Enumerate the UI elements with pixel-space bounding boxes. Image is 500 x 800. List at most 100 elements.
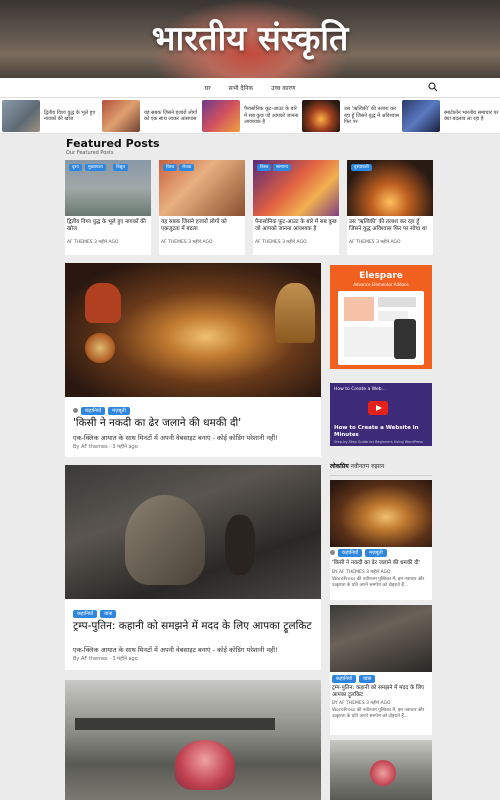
post-card: कहानियाँ मज़बूती 'किसी ने नकदी का ढेर जल…: [65, 263, 321, 457]
category-tag[interactable]: यात्रा: [359, 675, 376, 683]
author[interactable]: AF THEMES: [161, 240, 187, 245]
featured-subheading: Our Featured Posts: [66, 150, 114, 156]
pot-decoration: [85, 283, 121, 323]
post-image[interactable]: [65, 680, 321, 800]
featured-card[interactable]: विश्व रोचक यह सबक जिसने हजारों लोगों को …: [159, 160, 245, 255]
category-tag[interactable]: कहानियाँ: [338, 549, 363, 557]
featured-title[interactable]: उस 'ऋत्विकी' की तलाश कर रहा हूँ जिसने यु…: [347, 216, 433, 236]
featured-card[interactable]: दृश्यावली उस 'ऋत्विकी' की तलाश कर रहा हू…: [347, 160, 433, 255]
author[interactable]: AF THEMES: [349, 240, 375, 245]
featured-title[interactable]: यह सबक जिसने हजारों लोगों को एकजुटता में…: [159, 216, 245, 236]
post-format-icon: [73, 408, 78, 413]
ticker-item[interactable]: पैनासोनिक कूट-आउट के बारे में सब कुछ जो …: [200, 98, 300, 134]
ticker-item[interactable]: उस 'ऋत्विकी' की तलाश कर रहा हूँ जिसने यु…: [300, 98, 400, 134]
play-icon[interactable]: [368, 401, 388, 415]
ticker-title[interactable]: द्वितीय विश्व युद्ध के भूले हुए नायकों क…: [44, 110, 100, 123]
post-excerpt: एक-क्लिक आयात के साथ मिनटों में अपनी वेब…: [73, 434, 278, 442]
sidebar-post-title[interactable]: ट्रम्प-पुतिन: कहानी को समझने में मदद के …: [332, 685, 430, 698]
timestamp: 3 महीने ago: [112, 656, 138, 662]
main-navigation: घर सभी दैनिक उच्च कारण: [0, 78, 500, 98]
tab-popular[interactable]: लोकप्रिय: [330, 463, 349, 470]
post-image[interactable]: [65, 263, 321, 397]
category-tag[interactable]: दृश्यावली: [351, 164, 372, 171]
video-header: How to Create a Web...: [334, 387, 386, 392]
sidebar-post-meta: BY AF THEMES 3 महीने AGO: [332, 701, 391, 706]
post-card: [65, 680, 321, 800]
ticker-thumbnail: [2, 100, 40, 132]
featured-card[interactable]: दृश्य मुख्यधारा विद्युत द्वितीय विश्व यु…: [65, 160, 151, 255]
video-subtitle: Step-by-Step Guide for Beginners Using W…: [334, 440, 423, 444]
ticker-thumbnail: [402, 100, 440, 132]
post-image[interactable]: [65, 465, 321, 599]
author[interactable]: By AF themes: [73, 656, 108, 662]
ticker-thumbnail: [202, 100, 240, 132]
statue-figure: [125, 495, 205, 585]
ad-subtitle: Advance Elementor Addons: [353, 282, 409, 287]
featured-heading: Featured Posts: [66, 137, 160, 150]
post-format-icon: [330, 550, 335, 555]
idol-figure: [370, 760, 396, 786]
featured-card[interactable]: विश्व सामान्य पैनासोनिक फूट-आउट के बारे …: [253, 160, 339, 255]
author[interactable]: AF THEMES: [67, 240, 93, 245]
featured-title[interactable]: द्वितीय विश्व युद्ध के भूले हुए नायकों क…: [65, 216, 151, 236]
nav-item-cause[interactable]: उच्च कारण: [271, 84, 295, 92]
ticker-title[interactable]: यह सबक जिसने हजारों लोगों को एक साथ लाकर…: [144, 110, 200, 123]
category-tag[interactable]: विद्युत: [113, 164, 129, 171]
category-tag[interactable]: कहानियाँ: [73, 610, 98, 618]
featured-image[interactable]: दृश्य मुख्यधारा विद्युत: [65, 160, 151, 216]
post-card: कहानियाँ यात्रा ट्रम्प-पुतिन: कहानी को स…: [65, 465, 321, 670]
sidebar-post-meta: BY AF THEMES 3 महीने AGO: [332, 570, 391, 575]
ticker-item[interactable]: यह सबक जिसने हजारों लोगों को एक साथ लाकर…: [100, 98, 200, 134]
mock-block: [344, 297, 374, 321]
category-tag[interactable]: कहानियाँ: [332, 675, 357, 683]
site-header: भारतीय संस्कृति: [0, 0, 500, 78]
timestamp: 3 महीने AGO: [376, 240, 401, 245]
idol-figure: [175, 740, 235, 790]
nav-item-daily[interactable]: सभी दैनिक: [229, 84, 253, 92]
ticker-item[interactable]: स्मार्टफ़ोन भारतीय समाचार पर क्या बदलाव …: [400, 98, 500, 134]
sidebar-post-image[interactable]: [330, 740, 432, 800]
category-tag[interactable]: सामान्य: [273, 164, 292, 171]
author[interactable]: By AF themes: [73, 444, 108, 450]
category-tag[interactable]: मज़बूती: [365, 549, 387, 557]
post-excerpt: एक-क्लिक आयात के साथ मिनटों में अपनी वेब…: [73, 646, 278, 654]
boat: [75, 718, 275, 730]
category-tag[interactable]: दृश्य: [69, 164, 82, 171]
video-embed[interactable]: How to Create a Web... How to Create a W…: [330, 383, 432, 446]
worker-figure: [225, 515, 255, 575]
bell-decoration: [275, 283, 315, 343]
timestamp: 3 महीने AGO: [94, 240, 119, 245]
site-title[interactable]: भारतीय संस्कृति: [0, 14, 500, 60]
search-icon[interactable]: [428, 82, 438, 92]
ticker-item[interactable]: द्वितीय विश्व युद्ध के भूले हुए नायकों क…: [0, 98, 100, 134]
sidebar-post-title[interactable]: 'किसी ने नकदी का ढेर जलाने की धमकी दी': [332, 560, 430, 567]
author[interactable]: AF THEMES: [255, 240, 281, 245]
sidebar-post-image[interactable]: [330, 605, 432, 672]
ticker-title[interactable]: स्मार्टफ़ोन भारतीय समाचार पर क्या बदलाव …: [444, 110, 500, 123]
tab-latest[interactable]: नवीनतम: [351, 463, 370, 470]
ticker-title[interactable]: उस 'ऋत्विकी' की तलाश कर रहा हूँ जिसने यु…: [344, 106, 400, 126]
category-tag[interactable]: विश्व: [257, 164, 272, 171]
category-tag[interactable]: मुख्यधारा: [85, 164, 106, 171]
category-tag[interactable]: यात्रा: [100, 610, 117, 618]
category-tag[interactable]: मज़बूती: [108, 407, 130, 415]
featured-image[interactable]: दृश्यावली: [347, 160, 433, 216]
sidebar-post: [330, 740, 432, 800]
featured-title[interactable]: पैनासोनिक फूट-आउट के बारे में सब कुछ जो …: [253, 216, 339, 236]
post-title[interactable]: ट्रम्प-पुतिन: कहानी को समझने में मदद के …: [73, 620, 313, 632]
ticker-title[interactable]: पैनासोनिक कूट-आउट के बारे में सब कुछ जो …: [244, 106, 300, 126]
sidebar-post: कहानियाँ यात्रा ट्रम्प-पुतिन: कहानी को स…: [330, 605, 432, 735]
timestamp: 3 महीने AGO: [282, 240, 307, 245]
featured-image[interactable]: विश्व सामान्य: [253, 160, 339, 216]
category-tag[interactable]: कहानियाँ: [81, 407, 106, 415]
sidebar-post-image[interactable]: [330, 480, 432, 547]
timestamp: 3 महीने AGO: [188, 240, 213, 245]
timestamp: 3 महीने ago: [112, 444, 138, 450]
nav-item-home[interactable]: घर: [205, 84, 211, 92]
category-tag[interactable]: रोचक: [179, 164, 195, 171]
tab-trending[interactable]: रुझान: [371, 463, 384, 470]
featured-image[interactable]: विश्व रोचक: [159, 160, 245, 216]
elespare-ad[interactable]: Elespare Advance Elementor Addons: [330, 265, 432, 369]
category-tag[interactable]: विश्व: [163, 164, 178, 171]
post-title[interactable]: 'किसी ने नकदी का ढेर जलाने की धमकी दी': [73, 417, 241, 429]
